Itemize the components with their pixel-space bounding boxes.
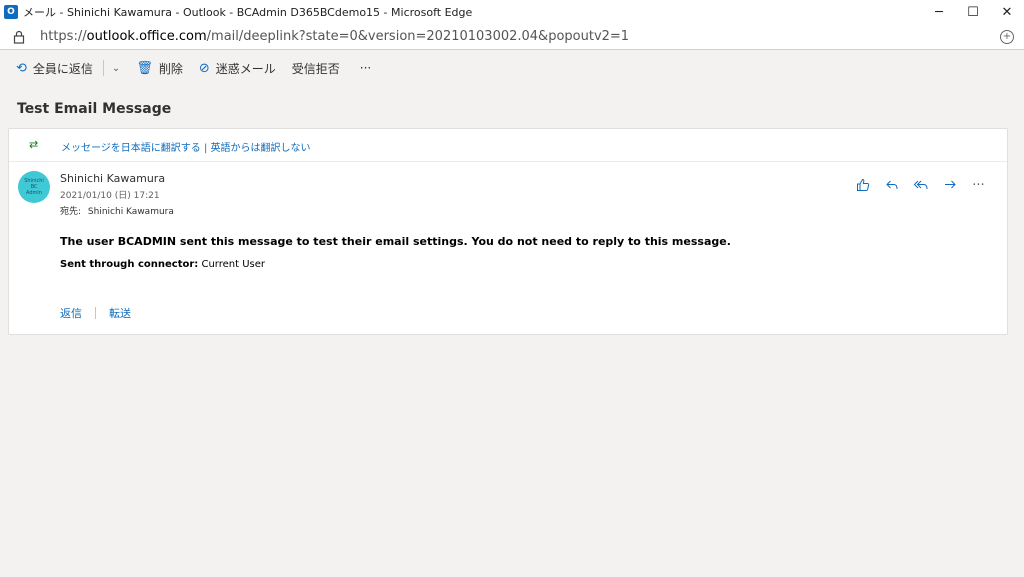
url-protocol: https://	[40, 29, 87, 44]
reply-all-button[interactable]: ⟲ 全員に返信	[16, 60, 93, 77]
avatar-line-3: Admin	[26, 190, 42, 196]
reply-button[interactable]	[877, 178, 906, 196]
connector-key: Sent through connector:	[60, 259, 199, 270]
body-text: The user BCADMIN sent this message to te…	[60, 235, 731, 248]
delete-label: 削除	[158, 61, 183, 76]
connector-value: Current User	[198, 259, 265, 270]
close-button[interactable]: ✕	[990, 0, 1024, 24]
reply-all-label: 全員に返信	[32, 61, 93, 76]
maximize-button[interactable]: ☐	[956, 0, 990, 24]
reply-icon	[885, 180, 897, 190]
trash-icon: 🗑	[136, 60, 153, 76]
forward-button[interactable]	[935, 178, 964, 196]
reply-all-icon: ⟲	[16, 60, 27, 76]
recipient-name[interactable]: Shinichi Kawamura	[88, 207, 174, 217]
message-date: 2021/01/10 (日) 17:21	[60, 191, 160, 201]
address-bar[interactable]: https://outlook.office.com/mail/deeplink…	[0, 24, 1024, 50]
connector-line: Sent through connector: Current User	[60, 259, 265, 270]
reply-divider	[95, 307, 96, 319]
delete-button[interactable]: 🗑 削除	[136, 60, 183, 77]
quick-reply-row: 返信 転送	[60, 305, 131, 321]
block-sender-label: 受信拒否	[291, 61, 340, 76]
reply-all-action-button[interactable]	[906, 178, 935, 196]
email-subject: Test Email Message	[17, 101, 172, 117]
minimize-button[interactable]: ─	[922, 0, 956, 24]
toolbar-divider	[102, 60, 104, 76]
block-icon: ⊘	[198, 60, 210, 76]
outlook-icon: O	[4, 5, 18, 19]
translate-bar: ⇄ メッセージを日本語に翻訳する | 英語からは翻訳しない	[9, 129, 1007, 162]
window-titlebar: O メール - Shinichi Kawamura - Outlook - BC…	[0, 0, 1024, 24]
more-actions-button[interactable]: ···	[360, 61, 371, 75]
reply-link[interactable]: 返信	[60, 305, 82, 321]
message-card: ⇄ メッセージを日本語に翻訳する | 英語からは翻訳しない Shinichi B…	[8, 128, 1008, 335]
thumbs-up-icon	[856, 178, 869, 191]
lock-icon	[13, 30, 25, 44]
more-options-button[interactable]: ···	[964, 178, 993, 196]
junk-label: 迷惑メール	[215, 61, 276, 76]
block-sender-button[interactable]: 受信拒否	[292, 60, 340, 77]
translate-links: メッセージを日本語に翻訳する | 英語からは翻訳しない	[61, 139, 311, 154]
url-text[interactable]: https://outlook.office.com/mail/deeplink…	[40, 29, 629, 44]
junk-button[interactable]: ⊘ 迷惑メール	[199, 60, 276, 77]
window-title: メール - Shinichi Kawamura - Outlook - BCAd…	[23, 6, 473, 19]
recipients-row: 宛先: Shinichi Kawamura	[60, 204, 174, 217]
add-favorite-icon[interactable]: +	[1000, 30, 1014, 44]
forward-link[interactable]: 転送	[109, 305, 131, 321]
more-icon: ···	[359, 61, 372, 75]
avatar[interactable]: Shinichi BC Admin	[18, 171, 50, 203]
window-controls: ─ ☐ ✕	[922, 0, 1024, 24]
sender-name[interactable]: Shinichi Kawamura	[60, 172, 165, 185]
translate-separator: |	[200, 143, 211, 154]
reply-all-icon	[913, 180, 927, 190]
mail-toolbar: ⟲ 全員に返信 ⌄ 🗑 削除 ⊘ 迷惑メール 受信拒否 ···	[0, 50, 1024, 86]
translate-link[interactable]: メッセージを日本語に翻訳する	[61, 143, 201, 154]
chevron-down-icon[interactable]: ⌄	[112, 63, 120, 74]
url-host: outlook.office.com	[86, 29, 207, 44]
forward-icon	[944, 180, 956, 189]
like-button[interactable]	[848, 178, 877, 196]
url-path: /mail/deeplink?state=0&version=202101030…	[206, 29, 630, 44]
translate-icon: ⇄	[29, 138, 39, 151]
never-translate-link[interactable]: 英語からは翻訳しない	[211, 143, 311, 154]
message-actions: ···	[848, 178, 993, 196]
to-label: 宛先:	[60, 207, 82, 217]
